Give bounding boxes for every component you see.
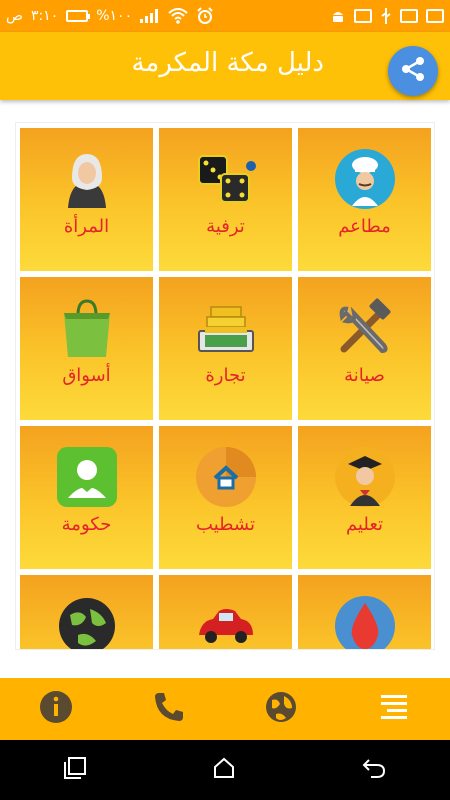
battery-icon (66, 10, 91, 22)
category-finishing[interactable]: تشطيب (159, 426, 292, 569)
status-bar: ص ٣:١٠ %١٠٠ (0, 0, 450, 32)
category-entertainment[interactable]: ترفية (159, 128, 292, 271)
home-finish-icon (195, 446, 257, 508)
page-title: دليل مكة المكرمة (131, 48, 324, 78)
call-button[interactable] (145, 685, 193, 733)
category-label: تجارة (205, 365, 246, 386)
chef-icon (334, 148, 396, 210)
back-icon (361, 759, 387, 784)
status-am-pm: ص (6, 8, 23, 24)
category-grid: مطاعم ترفية المرأة صيانة تجارة أسواق تعل… (15, 122, 435, 650)
android-icon (330, 8, 346, 24)
category-label: تعليم (345, 514, 384, 535)
back-button[interactable] (361, 756, 387, 784)
bottom-bar (0, 678, 450, 740)
money-icon (195, 297, 257, 359)
category-label: أسواق (62, 365, 111, 386)
info-icon (39, 690, 73, 728)
recents-icon (63, 757, 87, 784)
category-label: تشطيب (196, 514, 255, 535)
code-icon (354, 9, 372, 23)
info-button[interactable] (32, 685, 80, 733)
share-icon (400, 56, 426, 86)
category-label: صيانة (344, 365, 385, 386)
category-cars[interactable] (159, 575, 292, 649)
share-button[interactable] (388, 46, 438, 96)
category-label: ترفية (206, 216, 245, 237)
woman-icon (56, 148, 118, 210)
category-women[interactable]: المرأة (20, 128, 153, 271)
category-restaurants[interactable]: مطاعم (298, 128, 431, 271)
fuel-drop-icon (334, 595, 396, 649)
government-icon (56, 446, 118, 508)
no-sim-icon (400, 9, 418, 23)
category-label: المرأة (63, 216, 110, 237)
home-icon (212, 757, 236, 784)
category-education[interactable]: تعليم (298, 426, 431, 569)
category-trade[interactable]: تجارة (159, 277, 292, 420)
graduate-icon (334, 446, 396, 508)
app-bar: دليل مكة المكرمة (0, 32, 450, 100)
phone-icon (153, 691, 185, 727)
globe-icon (264, 690, 298, 728)
category-government[interactable]: حكومة (20, 426, 153, 569)
home-button[interactable] (212, 756, 236, 784)
battery-percent: %١٠٠ (96, 8, 133, 24)
system-nav-bar (0, 740, 450, 800)
alarm-icon (196, 7, 214, 25)
menu-icon (379, 692, 409, 726)
wifi-icon (168, 8, 188, 24)
category-maintenance[interactable]: صيانة (298, 277, 431, 420)
category-label: مطاعم (338, 216, 391, 237)
globe-network-icon (56, 595, 118, 649)
status-time: ٣:١٠ (30, 8, 59, 24)
category-markets[interactable]: أسواق (20, 277, 153, 420)
shopping-bag-icon (56, 297, 118, 359)
category-fuel[interactable] (298, 575, 431, 649)
dice-icon (195, 148, 257, 210)
usb-icon (380, 7, 392, 25)
image-icon (426, 9, 444, 23)
menu-button[interactable] (370, 685, 418, 733)
website-button[interactable] (257, 685, 305, 733)
category-internet[interactable] (20, 575, 153, 649)
category-label: حكومة (61, 514, 112, 535)
recent-apps-button[interactable] (63, 756, 87, 784)
car-icon (195, 595, 257, 649)
signal-icon (140, 9, 160, 23)
tools-icon (334, 297, 396, 359)
spacer (0, 650, 450, 678)
